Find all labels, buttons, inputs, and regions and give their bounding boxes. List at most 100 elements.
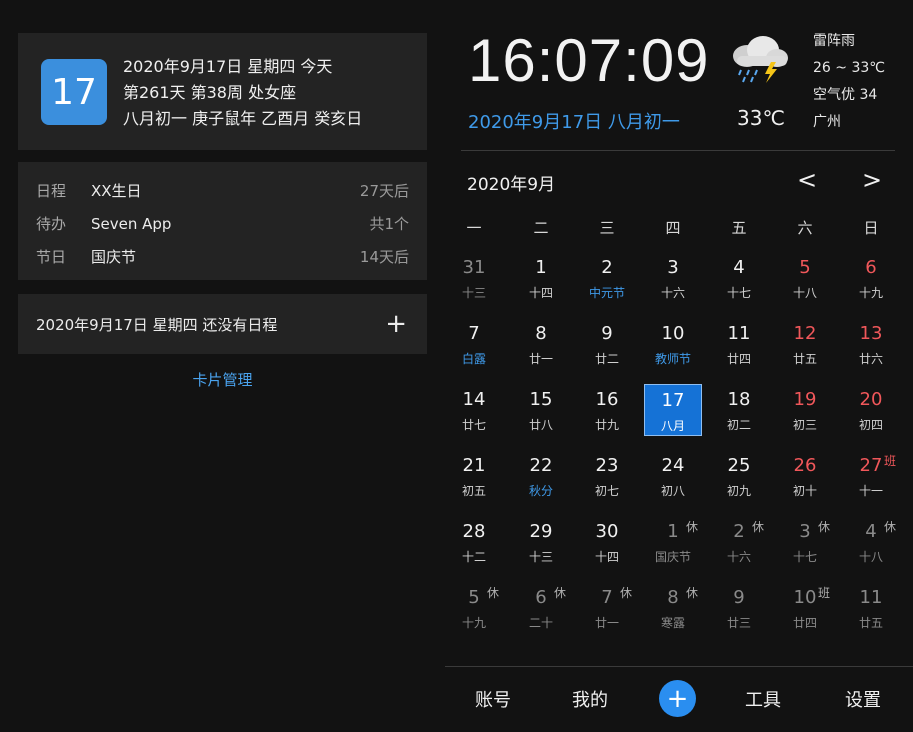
calendar-day[interactable]: 19 初三 <box>776 384 834 436</box>
calendar-day[interactable]: 21 初五 <box>445 450 503 502</box>
calendar-day[interactable]: 6 十九 <box>842 252 900 304</box>
day-number: 31 <box>462 257 486 278</box>
calendar-day[interactable]: 6 二十休 <box>512 582 570 634</box>
lunar-label: 寒露 <box>660 616 685 630</box>
calendar-day[interactable]: 30 十四 <box>578 516 636 568</box>
settings-tab[interactable]: 设置 <box>845 686 881 712</box>
temperature-range: 26 ~ 33℃ <box>813 60 885 76</box>
add-button[interactable]: + <box>659 680 696 717</box>
day-number: 3 <box>667 257 679 278</box>
lunar-label: 十四 <box>528 286 553 300</box>
calendar-day[interactable]: 15 廿八 <box>512 384 570 436</box>
lunar-label: 十九 <box>858 286 883 300</box>
prev-month-button[interactable]: < <box>797 166 817 194</box>
calendar-day[interactable]: 31 十三 <box>445 252 503 304</box>
calendar-day[interactable]: 7 廿一休 <box>578 582 636 634</box>
summary-label: 日程 <box>36 182 67 200</box>
summary-value: 国庆节 <box>91 248 137 266</box>
calendar-day[interactable]: 4 十七 <box>710 252 768 304</box>
calendar-day[interactable]: 2 十六休 <box>710 516 768 568</box>
calendar-day[interactable]: 23 初七 <box>578 450 636 502</box>
weather-details: 雷阵雨 26 ~ 33℃ 空气优 34 广州 <box>813 28 885 136</box>
day-number: 1 <box>535 257 547 278</box>
calendar-day[interactable]: 3 十六 <box>644 252 702 304</box>
day-number: 11 <box>859 587 883 608</box>
rest-day-badge: 休 <box>554 586 567 600</box>
summary-row-todo[interactable]: 待办 Seven App 共1个 <box>36 207 409 240</box>
calendar-day[interactable]: 25 初九 <box>710 450 768 502</box>
calendar-day[interactable]: 1 十四 <box>512 252 570 304</box>
lunar-label: 十三 <box>461 286 486 300</box>
calendar-day[interactable]: 24 初八 <box>644 450 702 502</box>
next-month-button[interactable]: > <box>862 166 882 194</box>
calendar-day[interactable]: 16 廿九 <box>578 384 636 436</box>
lunar-label: 教师节 <box>654 352 691 366</box>
calendar-day[interactable]: 8 廿一 <box>512 318 570 370</box>
day-number: 12 <box>793 323 817 344</box>
calendar-day[interactable]: 27 十一班 <box>842 450 900 502</box>
day-number: 18 <box>727 389 751 410</box>
day-number: 2 <box>601 257 613 278</box>
lunar-label: 廿三 <box>726 616 751 630</box>
rest-day-badge: 休 <box>686 520 699 534</box>
summary-countdown: 14天后 <box>359 248 409 266</box>
day-number: 17 <box>661 390 685 411</box>
lunar-label: 十六 <box>726 550 751 564</box>
clock-time: 16:07:09 <box>468 27 710 94</box>
calendar-day[interactable]: 3 十七休 <box>776 516 834 568</box>
weekday-label: 五 <box>731 219 747 237</box>
calendar-day[interactable]: 4 十八休 <box>842 516 900 568</box>
calendar-day[interactable]: 2 中元节 <box>578 252 636 304</box>
day-number: 9 <box>733 587 745 608</box>
lunar-label: 廿四 <box>726 352 751 366</box>
calendar-day[interactable]: 12 廿五 <box>776 318 834 370</box>
calendar-day-selected[interactable]: 17 八月 <box>644 384 702 436</box>
day-number: 6 <box>865 257 877 278</box>
weekday-label: 三 <box>599 219 615 237</box>
city-name: 广州 <box>813 114 841 130</box>
account-tab[interactable]: 账号 <box>475 686 511 712</box>
divider <box>445 666 913 667</box>
card-manage-link[interactable]: 卡片管理 <box>18 369 427 390</box>
calendar-day[interactable]: 9 廿三 <box>710 582 768 634</box>
calendar-day[interactable]: 29 十三 <box>512 516 570 568</box>
lunar-label: 廿四 <box>792 616 817 630</box>
calendar-day[interactable]: 8 寒露休 <box>644 582 702 634</box>
lunar-label: 廿一 <box>594 616 619 630</box>
day-number: 16 <box>595 389 619 410</box>
day-number: 20 <box>859 389 883 410</box>
calendar-day[interactable]: 9 廿二 <box>578 318 636 370</box>
lunar-label: 初五 <box>461 484 486 498</box>
lunar-label: 十四 <box>594 550 619 564</box>
calendar-day[interactable]: 22 秋分 <box>512 450 570 502</box>
calendar-day[interactable]: 14 廿七 <box>445 384 503 436</box>
add-schedule-button[interactable]: + <box>385 294 407 354</box>
current-temperature: 33℃ <box>737 106 785 130</box>
tools-tab[interactable]: 工具 <box>745 686 781 712</box>
calendar-day[interactable]: 20 初四 <box>842 384 900 436</box>
today-date-line: 2020年9月17日 星期四 今天 <box>123 57 333 76</box>
mine-tab[interactable]: 我的 <box>572 686 608 712</box>
weekday-label: 日 <box>863 219 879 237</box>
workday-badge: 班 <box>884 454 897 468</box>
calendar-day[interactable]: 13 廿六 <box>842 318 900 370</box>
calendar-day[interactable]: 11 廿四 <box>710 318 768 370</box>
calendar-day[interactable]: 5 十八 <box>776 252 834 304</box>
air-quality: 空气优 34 <box>813 87 878 103</box>
summary-row-schedule[interactable]: 日程 XX生日 27天后 <box>36 174 409 207</box>
lunar-label: 十九 <box>461 616 486 630</box>
lunar-label: 廿八 <box>528 418 553 432</box>
calendar-day[interactable]: 1 国庆节休 <box>644 516 702 568</box>
calendar-day[interactable]: 10 廿四班 <box>776 582 834 634</box>
calendar-day[interactable]: 28 十二 <box>445 516 503 568</box>
lunar-label: 廿六 <box>858 352 883 366</box>
calendar-day[interactable]: 26 初十 <box>776 450 834 502</box>
calendar-day[interactable]: 18 初二 <box>710 384 768 436</box>
calendar-day[interactable]: 5 十九休 <box>445 582 503 634</box>
day-number: 10 <box>661 323 685 344</box>
calendar-day[interactable]: 7 白露 <box>445 318 503 370</box>
lunar-label: 廿五 <box>792 352 817 366</box>
summary-row-holiday[interactable]: 节日 国庆节 14天后 <box>36 240 409 273</box>
calendar-day[interactable]: 10 教师节 <box>644 318 702 370</box>
calendar-day[interactable]: 11 廿五 <box>842 582 900 634</box>
